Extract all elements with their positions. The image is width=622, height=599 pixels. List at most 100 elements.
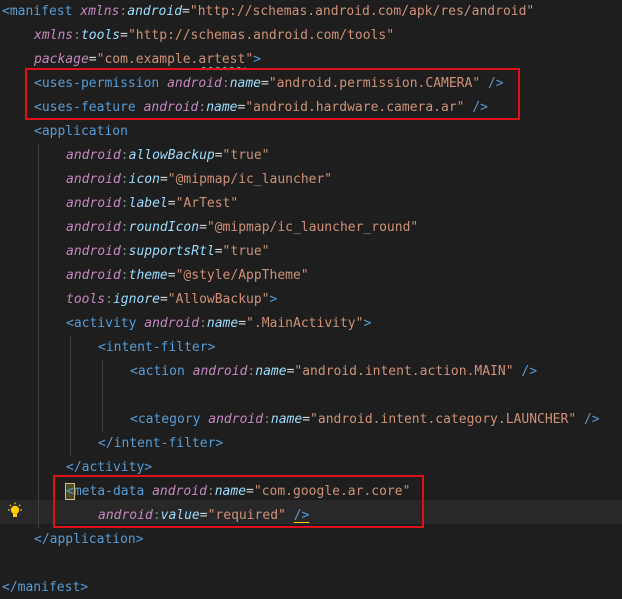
- code-token: <manifest: [2, 4, 81, 19]
- code-token: </intent-filter>: [98, 436, 224, 451]
- code-token: ".MainActivity": [246, 316, 364, 331]
- highlight-box-permission-feature: [25, 68, 520, 120]
- code-token: "com.example.: [96, 52, 199, 67]
- code-token: "http://schemas.android.com/tools": [127, 28, 395, 43]
- code-token: =: [159, 292, 168, 307]
- code-token: <category: [130, 412, 209, 427]
- code-token: "AllowBackup": [167, 292, 270, 307]
- code-token: =: [167, 196, 176, 211]
- code-token: name: [255, 364, 287, 379]
- code-token: allowBackup: [128, 148, 215, 163]
- code-token: name: [206, 316, 239, 331]
- code-token: =: [120, 28, 128, 43]
- code-token: theme: [128, 268, 168, 283]
- code-token: android: [192, 364, 248, 379]
- code-token: name: [270, 412, 303, 427]
- code-token: =: [88, 52, 97, 67]
- code-token: :: [120, 196, 129, 211]
- code-token: label: [128, 196, 168, 211]
- indent-guide: [70, 336, 71, 456]
- code-token: :: [105, 292, 113, 307]
- code-line[interactable]: xmlns:tools="http://schemas.android.com/…: [34, 24, 394, 48]
- code-token: tools: [80, 28, 121, 43]
- code-line[interactable]: </application>: [34, 528, 144, 552]
- code-token: "@style/AppTheme": [175, 268, 309, 283]
- code-token: android: [66, 148, 121, 163]
- code-token: "http://schemas.android.com/apk/res/andr…: [189, 4, 535, 19]
- code-token: "true": [222, 148, 270, 163]
- code-token: :: [199, 316, 207, 331]
- code-line[interactable]: tools:ignore="AllowBackup">: [66, 288, 277, 312]
- code-line[interactable]: <intent-filter>: [98, 336, 215, 360]
- code-token: :: [120, 172, 129, 187]
- code-token: roundIcon: [128, 220, 200, 235]
- code-token: =: [214, 148, 223, 163]
- code-token: <activity: [66, 316, 145, 331]
- code-token: />: [513, 364, 538, 379]
- code-token: android: [66, 244, 121, 259]
- code-line[interactable]: </manifest>: [2, 576, 88, 599]
- code-token: :: [120, 268, 129, 283]
- code-token: android: [144, 316, 200, 331]
- code-token: =: [214, 244, 223, 259]
- code-line[interactable]: <action android:name="android.intent.act…: [130, 360, 537, 384]
- code-line[interactable]: <activity android:name=".MainActivity">: [66, 312, 371, 336]
- code-token: =: [182, 4, 190, 19]
- code-token: icon: [128, 172, 160, 187]
- code-token: =: [302, 412, 311, 427]
- code-token: <action: [130, 364, 193, 379]
- code-token: supportsRtl: [128, 244, 215, 259]
- code-line[interactable]: android:icon="@mipmap/ic_launcher": [66, 168, 332, 192]
- code-token: "ArTest": [175, 196, 239, 211]
- code-token: android: [127, 4, 183, 19]
- code-token: <intent-filter>: [98, 340, 216, 355]
- code-token: </manifest>: [2, 580, 89, 595]
- code-token: xmlns: [80, 4, 120, 19]
- code-token: :: [73, 28, 81, 43]
- code-line[interactable]: android:theme="@style/AppTheme": [66, 264, 309, 288]
- code-token: "@mipmap/ic_launcher_round": [206, 220, 419, 235]
- code-token: >: [253, 52, 261, 67]
- code-token: package: [34, 52, 89, 67]
- code-token: :: [120, 220, 129, 235]
- code-token: android: [66, 172, 121, 187]
- code-token: :: [263, 412, 271, 427]
- code-token: "@mipmap/ic_launcher": [167, 172, 333, 187]
- code-token: >: [363, 316, 372, 331]
- code-line[interactable]: <manifest xmlns:android="http://schemas.…: [2, 0, 534, 24]
- code-token: ignore: [112, 292, 160, 307]
- code-line[interactable]: </intent-filter>: [98, 432, 223, 456]
- indent-guide: [38, 144, 39, 528]
- code-token: :: [120, 148, 129, 163]
- code-token: android: [66, 268, 121, 283]
- code-token: :: [120, 244, 129, 259]
- code-token: =: [167, 268, 176, 283]
- code-line[interactable]: <category android:name="android.intent.c…: [130, 408, 600, 432]
- code-editor[interactable]: <manifest xmlns:android="http://schemas.…: [0, 0, 622, 599]
- code-token: <application: [34, 124, 128, 139]
- code-token: android: [66, 196, 121, 211]
- code-token: xmlns: [34, 28, 74, 43]
- code-token: "android.intent.action.MAIN": [294, 364, 514, 379]
- code-token: </activity>: [66, 460, 153, 475]
- code-token: >: [269, 292, 278, 307]
- code-token: =: [159, 172, 168, 187]
- code-token: "true": [222, 244, 270, 259]
- code-token: artest: [198, 52, 246, 67]
- code-token: tools: [66, 292, 106, 307]
- code-token: />: [576, 412, 600, 427]
- code-token: =: [199, 220, 207, 235]
- indent-guide: [102, 360, 103, 432]
- code-line[interactable]: android:roundIcon="@mipmap/ic_launcher_r…: [66, 216, 418, 240]
- code-token: android: [66, 220, 121, 235]
- code-token: =: [238, 316, 247, 331]
- code-line[interactable]: android:allowBackup="true": [66, 144, 270, 168]
- code-line[interactable]: <application: [34, 120, 128, 144]
- lightbulb-icon[interactable]: [6, 502, 24, 522]
- highlight-box-meta-data: [53, 475, 424, 528]
- code-line[interactable]: android:supportsRtl="true": [66, 240, 270, 264]
- code-token: </application>: [34, 532, 144, 547]
- code-token: ": [245, 52, 254, 67]
- code-token: "android.intent.category.LAUNCHER": [310, 412, 577, 427]
- code-line[interactable]: android:label="ArTest": [66, 192, 238, 216]
